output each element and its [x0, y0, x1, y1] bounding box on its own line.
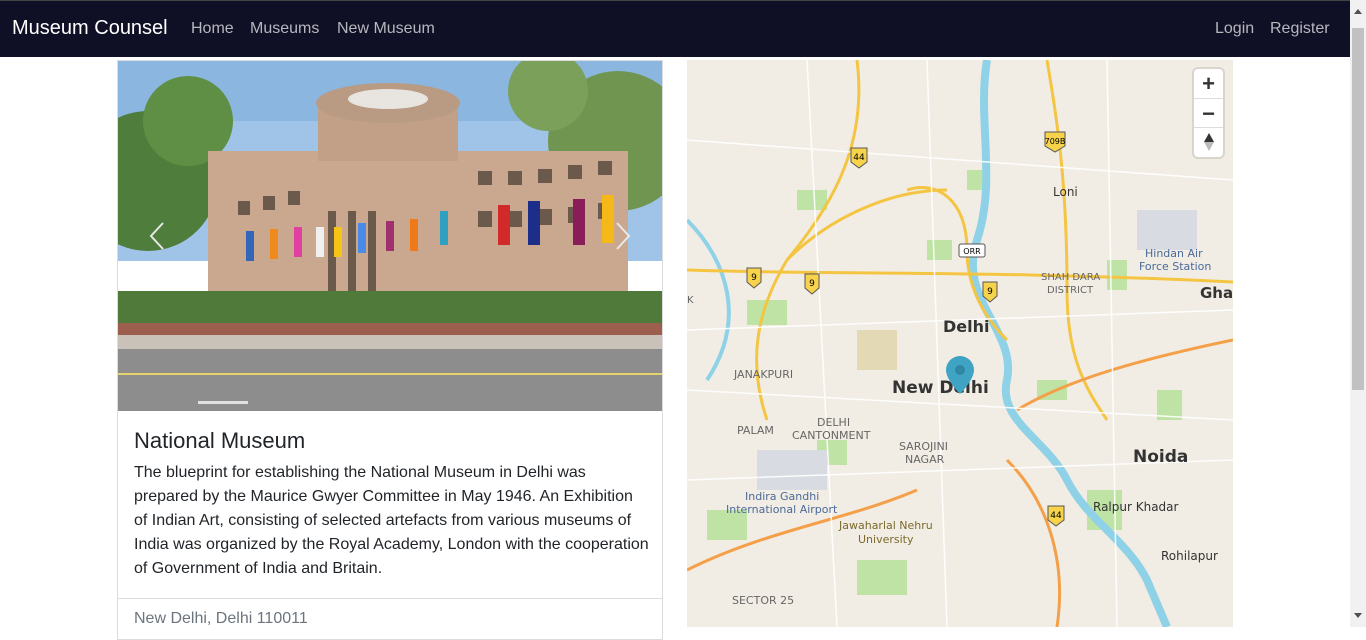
- svg-text:NAGAR: NAGAR: [905, 453, 945, 466]
- svg-text:SECTOR 25: SECTOR 25: [732, 594, 794, 607]
- svg-text:Jawaharlal Nehru: Jawaharlal Nehru: [838, 519, 933, 532]
- svg-text:JANAKPURI: JANAKPURI: [733, 368, 793, 381]
- svg-text:ORR: ORR: [963, 247, 981, 256]
- nav-new-museum-link[interactable]: New Museum: [337, 20, 435, 38]
- svg-text:44: 44: [1050, 511, 1062, 521]
- carousel-prev-icon[interactable]: [148, 221, 166, 251]
- nav-login-link[interactable]: Login: [1215, 20, 1254, 38]
- svg-text:DELHI: DELHI: [817, 416, 850, 429]
- svg-text:SAROJINI: SAROJINI: [899, 440, 948, 453]
- svg-text:Rohilapur: Rohilapur: [1161, 549, 1218, 563]
- scroll-up-icon[interactable]: [1354, 9, 1362, 14]
- svg-text:Force Station: Force Station: [1139, 260, 1211, 273]
- svg-text:Loni: Loni: [1053, 185, 1078, 199]
- zoom-out-button[interactable]: −: [1194, 98, 1223, 128]
- museum-description: The blueprint for establishing the Natio…: [134, 464, 649, 577]
- svg-text:Indira Gandhi: Indira Gandhi: [745, 490, 819, 503]
- museum-card: National Museum The blueprint for establ…: [117, 60, 663, 640]
- svg-text:9: 9: [987, 287, 993, 297]
- museum-photo: [118, 61, 662, 411]
- museum-location: New Delhi, Delhi 110011: [134, 610, 308, 627]
- svg-text:PALAM: PALAM: [737, 424, 774, 437]
- svg-text:Hindan Air: Hindan Air: [1145, 247, 1203, 260]
- svg-text:DISTRICT: DISTRICT: [1047, 285, 1094, 296]
- map-zoom-control: + −: [1194, 69, 1223, 157]
- svg-text:Delhi: Delhi: [943, 317, 990, 336]
- map[interactable]: 44 709B 9 9 9 44 ORR Delhi New Delhi Noi…: [687, 60, 1233, 627]
- scroll-thumb[interactable]: [1352, 28, 1364, 390]
- svg-text:9: 9: [751, 273, 757, 283]
- svg-text:SHAH DARA: SHAH DARA: [1041, 272, 1100, 283]
- brand-link[interactable]: Museum Counsel: [12, 17, 168, 40]
- svg-text:9: 9: [809, 279, 815, 289]
- carousel-next-icon[interactable]: [614, 221, 632, 251]
- svg-text:University: University: [858, 533, 914, 546]
- navbar: Museum Counsel Home Museums New Museum L…: [0, 0, 1350, 57]
- svg-text:CANTONMENT: CANTONMENT: [792, 429, 871, 442]
- card-footer: New Delhi, Delhi 110011: [118, 598, 662, 639]
- map-canvas[interactable]: 44 709B 9 9 9 44 ORR Delhi New Delhi Noi…: [687, 60, 1233, 627]
- museum-photo-carousel[interactable]: [118, 61, 662, 411]
- zoom-in-button[interactable]: +: [1194, 69, 1223, 98]
- svg-text:709B: 709B: [1045, 137, 1066, 146]
- nav-register-link[interactable]: Register: [1270, 20, 1330, 38]
- svg-text:Gha: Gha: [1200, 284, 1233, 302]
- svg-text:Ralpur Khadar: Ralpur Khadar: [1093, 500, 1179, 514]
- compass-icon[interactable]: [1194, 127, 1223, 157]
- svg-text:International Airport: International Airport: [726, 503, 838, 516]
- nav-museums-link[interactable]: Museums: [250, 20, 319, 38]
- svg-text:44: 44: [853, 153, 865, 163]
- scroll-down-icon[interactable]: [1354, 613, 1362, 618]
- svg-text:K: K: [687, 295, 694, 306]
- page-scrollbar[interactable]: [1350, 0, 1366, 627]
- nav-home-link[interactable]: Home: [191, 20, 234, 38]
- svg-text:New Delhi: New Delhi: [892, 378, 989, 398]
- museum-title: National Museum: [134, 428, 306, 453]
- svg-text:Noida: Noida: [1133, 447, 1188, 467]
